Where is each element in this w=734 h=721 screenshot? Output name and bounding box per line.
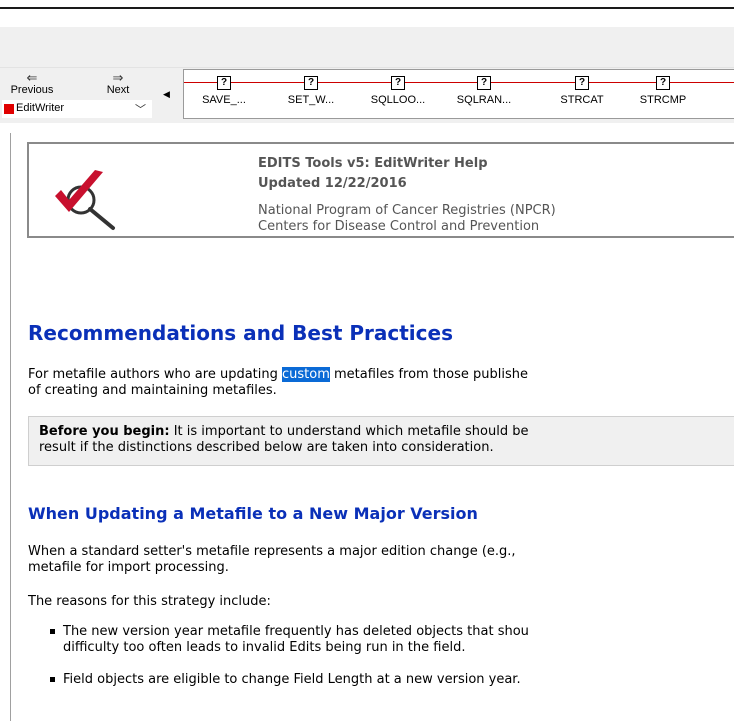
list-item: Field objects are eligible to change Fie… [28, 672, 734, 688]
reasons-list: The new version year metafile frequently… [28, 624, 734, 704]
reasons-intro: The reasons for this strategy include: [28, 594, 271, 609]
help-icon: ? [477, 76, 491, 90]
keyword-item[interactable]: ? STRCMP [623, 70, 703, 106]
header-title-block: EDITS Tools v5: EditWriter Help Updated … [258, 154, 488, 194]
help-header: EDITS Tools v5: EditWriter Help Updated … [27, 142, 734, 238]
previous-button[interactable]: ⇐ Previous [8, 70, 56, 96]
next-button[interactable]: ⇒ Next [94, 70, 142, 96]
page-title: Recommendations and Best Practices [28, 321, 453, 345]
organization-npcr: National Program of Cancer Registries (N… [258, 203, 556, 218]
toolbar-band [0, 27, 734, 67]
major-version-paragraph: When a standard setter's metafile repres… [28, 544, 516, 575]
help-icon: ? [575, 76, 589, 90]
intro-paragraph: For metafile authors who are updating cu… [28, 367, 529, 398]
help-content: EDITS Tools v5: EditWriter Help Updated … [11, 134, 734, 721]
section-heading: When Updating a Metafile to a New Major … [28, 504, 478, 523]
organization-block: National Program of Cancer Registries (N… [258, 203, 556, 235]
checkmark-magnifier-icon [55, 170, 115, 230]
book-color-icon [4, 104, 14, 114]
help-title: EDITS Tools v5: EditWriter Help [258, 156, 488, 171]
keyword-item[interactable]: ? SQLLOO... [358, 70, 438, 106]
arrow-left-icon: ⇐ [26, 70, 38, 85]
keyword-item[interactable]: ? SET_W... [271, 70, 351, 106]
arrow-right-icon: ⇒ [112, 70, 124, 85]
list-item: The new version year metafile frequently… [28, 624, 734, 656]
help-icon: ? [391, 76, 405, 90]
keyword-item[interactable]: ? SAVE_... [184, 70, 264, 106]
keyword-item[interactable]: ? SQLRAN... [444, 70, 524, 106]
keyword-bar: ? SAVE_... ? SET_W... ? SQLLOO... ? SQLR… [183, 69, 734, 119]
before-you-begin-note: Before you begin: It is important to und… [28, 416, 734, 466]
chevron-down-icon[interactable]: ﹀ [135, 101, 146, 117]
selected-text: custom [282, 367, 330, 382]
help-icon: ? [304, 76, 318, 90]
scroll-left-icon[interactable]: ◀ [163, 90, 170, 100]
bullet-icon [50, 629, 55, 634]
bullet-icon [50, 677, 55, 682]
help-icon: ? [217, 76, 231, 90]
help-icon: ? [656, 76, 670, 90]
organization-cdc: Centers for Disease Control and Preventi… [258, 219, 540, 234]
updated-date: Updated 12/22/2016 [258, 176, 407, 191]
window-top-border [0, 0, 734, 9]
book-select[interactable]: EditWriter ﹀ [2, 100, 152, 118]
keyword-item[interactable]: ? STRCAT [542, 70, 622, 106]
